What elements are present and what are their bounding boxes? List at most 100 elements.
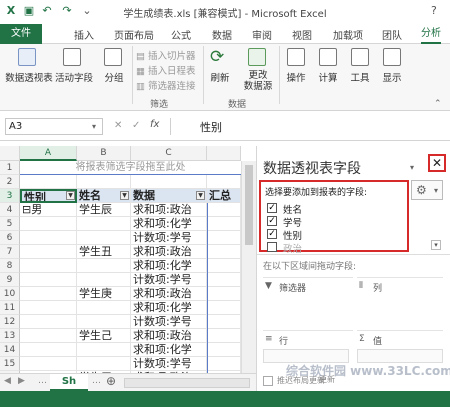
data-field-cell[interactable]: 求和项:化学 [131,217,207,231]
data-field-cell[interactable]: 计数项:学号 [131,357,207,371]
actions-button[interactable]: 操作 [282,48,310,98]
cell[interactable] [20,301,77,315]
row-header[interactable]: 1 [0,161,20,175]
cell[interactable] [20,231,77,245]
formula-value[interactable]: 性别 [200,119,222,135]
filter-dropdown-icon[interactable]: ▼ [120,191,129,200]
filter-connections-button[interactable]: ▥ 筛选器连接 [136,78,196,92]
cell[interactable] [77,273,131,287]
field-list-scroll-down-icon[interactable]: ▾ [431,240,441,250]
select-all-corner[interactable] [0,146,20,161]
tab-formulas[interactable]: 公式 [171,27,191,42]
column-header-a[interactable]: A [20,146,77,161]
cell[interactable] [77,259,131,273]
cell[interactable] [20,259,77,273]
field-checkbox[interactable]: ✓ [267,216,277,226]
scrollbar-thumb[interactable] [245,165,253,245]
field-item[interactable]: ✓ 姓名 [267,202,397,216]
tab-team[interactable]: 团队 [382,27,402,42]
pivot-table-button[interactable]: 数据透视表 [5,48,53,98]
field-checkbox[interactable]: ✓ [267,229,277,239]
data-field-cell[interactable]: 求和项:政治 [131,203,207,217]
row-header[interactable]: 4 [0,203,20,217]
cell[interactable] [20,245,77,259]
tab-insert[interactable]: 插入 [74,27,94,42]
cell[interactable] [207,175,241,189]
value-cell[interactable] [207,287,241,301]
row-header[interactable]: 13 [0,329,20,343]
field-checkbox[interactable]: ✓ [267,203,277,213]
filter-drop-zone[interactable]: 将报表筛选字段拖至此处 [20,161,241,175]
field-checkbox[interactable] [267,242,277,252]
row-header[interactable]: 3 [0,189,20,203]
cell[interactable] [131,175,207,189]
cancel-icon[interactable]: ✕ [114,120,122,131]
filter-dropdown-icon[interactable]: ▼ [196,191,205,200]
insert-slicer-button[interactable]: ▤ 插入切片器 [136,48,196,62]
data-field-cell[interactable]: 计数项:学号 [131,315,207,329]
row-header[interactable]: 9 [0,273,20,287]
refresh-button[interactable]: ⟳ 刷新 [206,48,234,98]
row-header[interactable]: 10 [0,287,20,301]
cell[interactable] [77,343,131,357]
name-box-dropdown-icon[interactable]: ▾ [92,122,96,131]
cell[interactable] [20,343,77,357]
group-cell-male[interactable]: ⊟男 [20,203,77,217]
tab-file[interactable]: 文件 [0,24,42,44]
data-field-cell[interactable]: 求和项:化学 [131,343,207,357]
name-cell[interactable]: 学生庚 [77,287,131,301]
filters-area[interactable]: ▼ 筛选器 [263,277,353,327]
close-pane-button[interactable]: ✕ [428,154,446,172]
column-header-d[interactable] [207,146,241,161]
data-field-cell[interactable]: 计数项:学号 [131,273,207,287]
horizontal-scrollbar[interactable] [124,378,250,388]
value-cell[interactable] [207,273,241,287]
cell[interactable] [20,315,77,329]
row-header[interactable]: 15 [0,357,20,371]
row-header[interactable]: 12 [0,315,20,329]
value-cell[interactable] [207,245,241,259]
columns-area[interactable]: ⦀ 列 [357,277,443,327]
value-cell[interactable] [207,231,241,245]
tab-review[interactable]: 审阅 [252,27,272,42]
name-cell[interactable]: 学生己 [77,329,131,343]
header-cell-total[interactable]: 汇总 [207,189,241,203]
value-cell[interactable] [207,259,241,273]
sheet-next-icon[interactable]: ▶ [18,376,25,386]
defer-update-checkbox[interactable] [263,376,273,386]
cell[interactable] [20,175,77,189]
enter-icon[interactable]: ✓ [132,120,140,131]
data-field-cell[interactable]: 求和项:化学 [131,301,207,315]
collapse-ribbon-icon[interactable]: ⌃ [434,99,442,109]
cell[interactable] [20,329,77,343]
name-box[interactable]: A3 [5,118,103,135]
cell[interactable] [77,315,131,329]
value-cell[interactable] [207,329,241,343]
worksheet-grid[interactable]: A B C 12345678910111213141516 将报表筛选字段拖至此… [0,146,256,391]
help-button[interactable]: ? [431,4,437,17]
field-item[interactable]: ✓ 性别 [267,228,397,242]
tab-addins[interactable]: 加载项 [333,27,363,42]
data-field-cell[interactable]: 求和项:化学 [131,259,207,273]
row-header[interactable]: 6 [0,231,20,245]
cell[interactable] [20,273,77,287]
tab-data[interactable]: 数据 [212,27,232,42]
cell[interactable] [77,217,131,231]
cell[interactable] [20,357,77,371]
data-field-cell[interactable]: 求和项:政治 [131,329,207,343]
tab-view[interactable]: 视图 [292,27,312,42]
vertical-scrollbar[interactable] [241,161,256,373]
tab-page-layout[interactable]: 页面布局 [114,27,154,42]
sheet-prev-icon[interactable]: ◀ [4,376,11,386]
cell[interactable] [77,357,131,371]
show-button[interactable]: 显示 [378,48,406,98]
field-settings-button[interactable]: ⚙ ▾ [411,180,443,200]
cell[interactable] [20,217,77,231]
fx-icon[interactable]: fx [150,119,159,130]
data-field-cell[interactable]: 求和项:政治 [131,245,207,259]
name-cell[interactable]: 学生辰 [77,203,131,217]
value-field-chip[interactable] [357,349,443,363]
change-source-button[interactable]: 更改 数据源 [238,48,276,98]
name-cell[interactable]: 学生丑 [77,245,131,259]
pane-options-dropdown-icon[interactable]: ▾ [410,163,414,172]
